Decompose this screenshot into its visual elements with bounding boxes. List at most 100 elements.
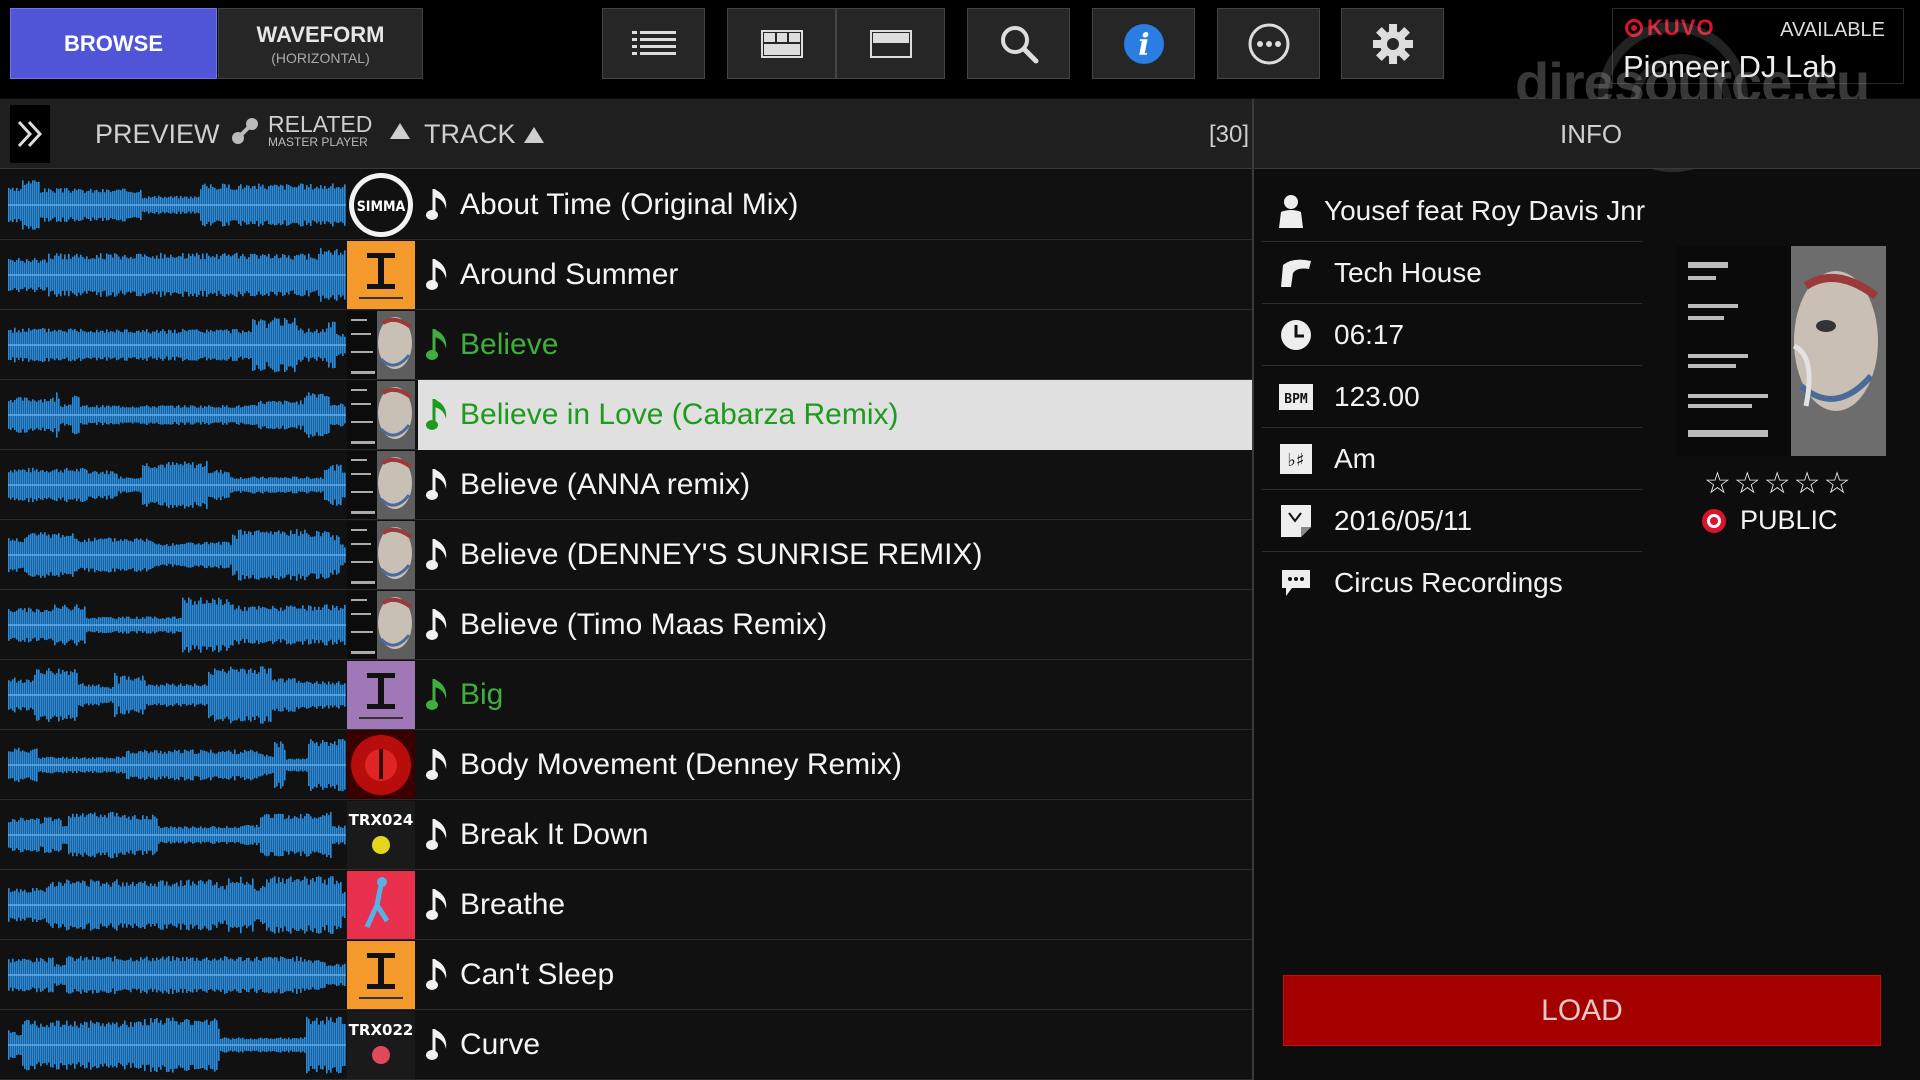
waveform-cell[interactable]	[8, 944, 346, 1006]
track-title-cell[interactable]: Curve	[418, 1010, 1252, 1080]
kuvo-panel[interactable]: KUVO AVAILABLE Pioneer DJ Lab	[1612, 8, 1904, 84]
visibility-status[interactable]: PUBLIC	[1702, 505, 1838, 536]
info-list: Yousef feat Roy Davis Jnr Tech House 06:…	[1262, 180, 1645, 614]
waveform-preview[interactable]	[8, 524, 346, 586]
track-title-cell[interactable]: Can't Sleep	[418, 940, 1252, 1010]
waveform-preview[interactable]	[8, 944, 346, 1006]
waveform-preview[interactable]	[8, 664, 346, 726]
track-row[interactable]: Believe	[0, 310, 1252, 380]
info-label: Circus Recordings	[1262, 552, 1642, 614]
track-row[interactable]: Breathe	[0, 870, 1252, 940]
track-title: Can't Sleep	[460, 958, 615, 991]
track-artwork: TRX022	[347, 1011, 415, 1079]
track-list: SIMMA About Time (Original Mix) Around Sum…	[0, 170, 1252, 1080]
track-title: Breathe	[460, 888, 566, 921]
waveform-cell[interactable]	[8, 524, 346, 586]
waveform-tab[interactable]: WAVEFORM (HORIZONTAL)	[218, 8, 423, 79]
key-icon: ♭♯	[1280, 443, 1312, 474]
track-artwork	[347, 381, 415, 449]
waveform-cell[interactable]	[8, 594, 346, 656]
track-title-cell[interactable]: Believe (Timo Maas Remix)	[418, 590, 1252, 660]
svg-text:TRX022: TRX022	[349, 1021, 414, 1039]
track-title-cell[interactable]: Believe (DENNEY'S SUNRISE REMIX)	[418, 520, 1252, 590]
load-button[interactable]: LOAD	[1283, 975, 1881, 1046]
track-title-cell[interactable]: About Time (Original Mix)	[418, 170, 1252, 240]
waveform-preview[interactable]	[8, 804, 346, 866]
search-button[interactable]	[967, 8, 1070, 79]
settings-button[interactable]	[1341, 8, 1444, 79]
comment-icon	[1282, 570, 1310, 596]
track-row[interactable]: Big	[0, 660, 1252, 730]
waveform-preview[interactable]	[8, 454, 346, 516]
search-icon	[1000, 25, 1038, 63]
waveform-preview[interactable]	[8, 314, 346, 376]
link-icon	[232, 118, 258, 144]
waveform-cell[interactable]	[8, 454, 346, 516]
waveform-cell[interactable]	[8, 244, 346, 306]
track-title-cell[interactable]: Breathe	[418, 870, 1252, 940]
list-view-button[interactable]	[602, 8, 705, 79]
track-row[interactable]: Around Summer	[0, 240, 1252, 310]
track-row[interactable]: Believe (ANNA remix)	[0, 450, 1252, 520]
rating-stars[interactable]: ☆☆☆☆☆	[1704, 466, 1853, 501]
more-button[interactable]	[1217, 8, 1320, 79]
waveform-preview[interactable]	[8, 384, 346, 446]
browse-tab[interactable]: BROWSE	[10, 8, 217, 79]
track-row[interactable]: Believe in Love (Cabarza Remix)	[0, 380, 1252, 450]
track-row[interactable]: TRX022 Curve	[0, 1010, 1252, 1080]
waveform-preview[interactable]	[8, 734, 346, 796]
track-title-cell[interactable]: Believe in Love (Cabarza Remix)	[418, 380, 1252, 450]
track-title-cell[interactable]: Break It Down	[418, 800, 1252, 870]
kuvo-logo: KUVO	[1625, 15, 1715, 41]
preview-column-header[interactable]: PREVIEW	[95, 119, 220, 150]
related-column-header[interactable]: RELATED MASTER PLAYER	[230, 113, 411, 149]
more-icon	[1248, 23, 1289, 64]
svg-text:BPM: BPM	[1284, 392, 1308, 407]
waveform-preview[interactable]	[8, 174, 346, 236]
waveform-cell[interactable]	[8, 874, 346, 936]
track-title-cell[interactable]: Big	[418, 660, 1252, 730]
split-view-button[interactable]	[836, 8, 945, 79]
waveform-cell[interactable]	[8, 314, 346, 376]
gear-icon	[1372, 23, 1413, 64]
waveform-preview[interactable]	[8, 244, 346, 306]
track-title-cell[interactable]: Believe (ANNA remix)	[418, 450, 1252, 520]
svg-text:SIMMA: SIMMA	[357, 199, 406, 215]
svg-text:i: i	[1138, 28, 1149, 63]
waveform-preview[interactable]	[8, 874, 346, 936]
waveform-cell[interactable]	[8, 384, 346, 446]
track-row[interactable]: TRX024 Break It Down	[0, 800, 1252, 870]
track-title-cell[interactable]: Body Movement (Denney Remix)	[418, 730, 1252, 800]
waveform-preview[interactable]	[8, 1014, 346, 1076]
music-note-icon	[426, 679, 447, 710]
waveform-preview[interactable]	[8, 594, 346, 656]
waveform-cell[interactable]	[8, 174, 346, 236]
track-count: [30]	[1209, 121, 1250, 148]
waveform-cell[interactable]	[8, 734, 346, 796]
kuvo-ring-icon	[1625, 19, 1643, 37]
top-bar: BROWSE WAVEFORM (HORIZONTAL) i KUVO AVAI…	[0, 0, 1920, 98]
kuvo-status: AVAILABLE	[1780, 19, 1885, 41]
track-title: Believe in Love (Cabarza Remix)	[460, 398, 899, 431]
track-artwork	[347, 521, 415, 589]
track-row[interactable]: Believe (DENNEY'S SUNRISE REMIX)	[0, 520, 1252, 590]
track-title-cell[interactable]: Believe	[418, 310, 1252, 380]
album-artwork	[1676, 246, 1886, 456]
track-column-header[interactable]: TRACK	[424, 119, 544, 150]
track-row[interactable]: Believe (Timo Maas Remix)	[0, 590, 1252, 660]
grid-view-button[interactable]	[727, 8, 836, 79]
music-note-icon	[426, 399, 447, 430]
info-artist: Yousef feat Roy Davis Jnr	[1262, 180, 1645, 242]
waveform-cell[interactable]	[8, 1014, 346, 1076]
expand-button[interactable]	[10, 105, 50, 163]
waveform-cell[interactable]	[8, 804, 346, 866]
music-note-icon	[426, 469, 447, 500]
info-button[interactable]: i	[1092, 8, 1195, 79]
list-view-icon	[631, 30, 676, 55]
track-title: Believe	[460, 328, 559, 361]
track-row[interactable]: Body Movement (Denney Remix)	[0, 730, 1252, 800]
waveform-cell[interactable]	[8, 664, 346, 726]
track-row[interactable]: Can't Sleep	[0, 940, 1252, 1010]
track-row[interactable]: SIMMA About Time (Original Mix)	[0, 170, 1252, 240]
track-title-cell[interactable]: Around Summer	[418, 240, 1252, 310]
